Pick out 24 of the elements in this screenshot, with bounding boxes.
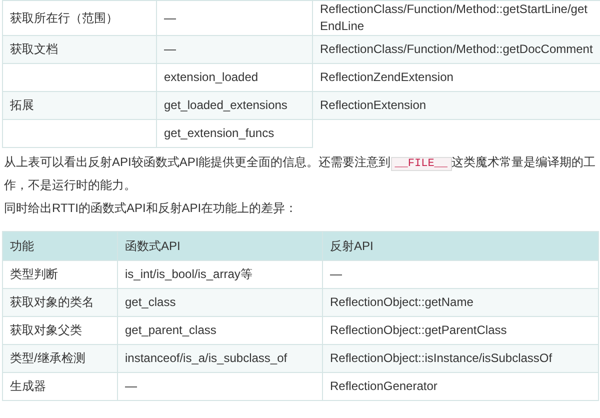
- table-cell: —: [156, 36, 312, 64]
- table-cell: 获取对象的类名: [2, 288, 118, 316]
- table-cell: ReflectionObject::getName: [322, 288, 598, 316]
- table-cell: get_extension_funcs: [156, 120, 312, 148]
- column-header: 功能: [2, 232, 118, 260]
- table-cell: ReflectionObject::isInstance/isSubclassOf: [322, 344, 598, 372]
- paragraph: 从上表可以看出反射API较函数式API能提供更全面的信息。还需要注意到 __FILE__ 这类魔术常量是编译期的工作，不是运行时的能力。: [3, 154, 596, 194]
- table-cell: 获取所在行（范围）: [2, 0, 156, 36]
- table-cell: get_class: [118, 288, 322, 316]
- table-cell: instanceof/is_a/is_subclass_of: [118, 344, 322, 372]
- column-header: 反射API: [322, 232, 598, 260]
- table-cell: ReflectionClass/Function/Method::getDocComment: [312, 36, 600, 64]
- table-cell: 类型/继承检测: [2, 344, 118, 372]
- table-cell: —: [156, 0, 312, 36]
- table-cell: 拓展: [2, 92, 156, 120]
- column-header: 函数式API: [118, 232, 322, 260]
- code-span: __FILE__: [390, 157, 452, 171]
- table-cell: 获取文档: [2, 36, 156, 64]
- table-cell: 生成器: [2, 372, 118, 400]
- paragraph: 同时给出RTTI的函数式API和反射API在功能上的差异：: [3, 200, 298, 217]
- table-cell: —: [118, 372, 322, 400]
- table-cell: ReflectionExtension: [312, 92, 600, 120]
- table-cell: get_loaded_extensions: [156, 92, 312, 120]
- table-cell: ReflectionGenerator: [322, 372, 598, 400]
